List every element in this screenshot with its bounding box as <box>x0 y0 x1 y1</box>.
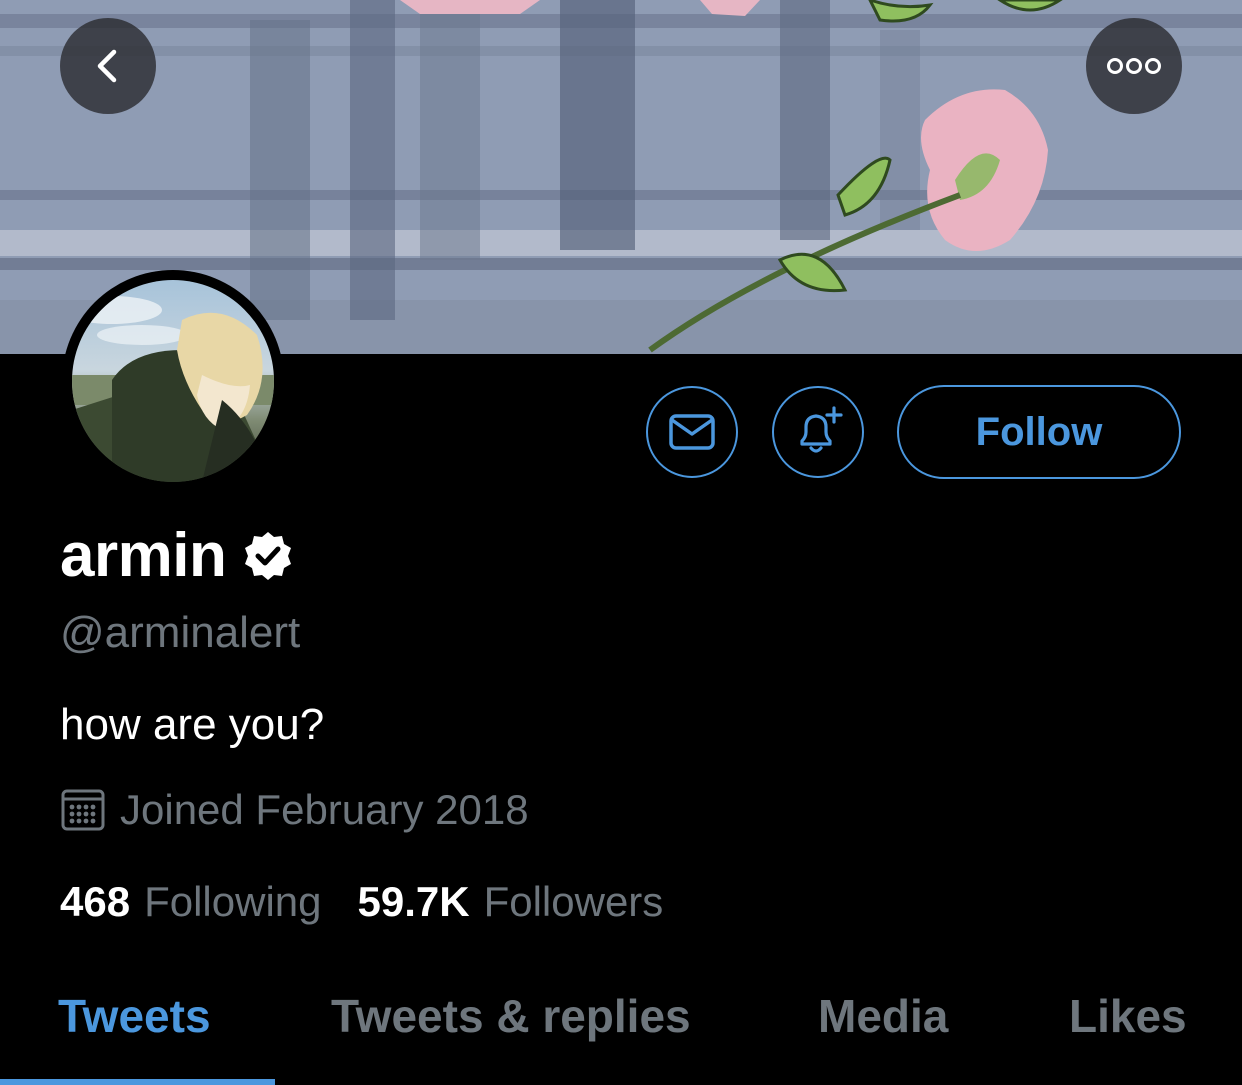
following-link[interactable]: 468 Following <box>60 878 322 926</box>
more-horizontal-icon <box>1107 58 1161 74</box>
calendar-icon <box>61 789 105 831</box>
message-button[interactable] <box>646 386 738 478</box>
profile-bio: how are you? <box>60 700 325 749</box>
followers-count: 59.7K <box>357 878 470 925</box>
profile-tabs: Tweets Tweets & replies Media Likes <box>0 975 1242 1085</box>
following-count: 468 <box>60 878 131 925</box>
profile-name: armin <box>60 521 227 590</box>
bell-plus-icon <box>800 406 843 453</box>
joined-date-row: Joined February 2018 <box>60 786 529 834</box>
tab-likes[interactable]: Likes <box>1069 989 1187 1043</box>
following-label: Following <box>144 878 322 925</box>
back-button[interactable] <box>60 18 156 114</box>
followers-label: Followers <box>483 878 664 925</box>
verified-badge-icon <box>245 531 292 580</box>
follow-stats: 468 Following 59.7K Followers <box>60 878 663 926</box>
tab-tweets-and-replies[interactable]: Tweets & replies <box>331 989 691 1043</box>
more-button[interactable] <box>1086 18 1182 114</box>
chevron-left-icon <box>97 49 117 83</box>
profile-name-row: armin <box>60 520 294 591</box>
profile-handle: @arminalert <box>60 608 301 657</box>
notifications-button[interactable] <box>772 386 864 478</box>
tab-media[interactable]: Media <box>818 989 948 1043</box>
active-tab-indicator <box>0 1079 275 1085</box>
joined-date: Joined February 2018 <box>120 786 529 833</box>
follow-button[interactable]: Follow <box>897 385 1181 479</box>
avatar[interactable] <box>62 270 284 492</box>
mail-icon <box>669 414 715 450</box>
tab-tweets[interactable]: Tweets <box>58 989 211 1043</box>
followers-link[interactable]: 59.7K Followers <box>358 878 664 926</box>
avatar-image <box>72 280 274 482</box>
